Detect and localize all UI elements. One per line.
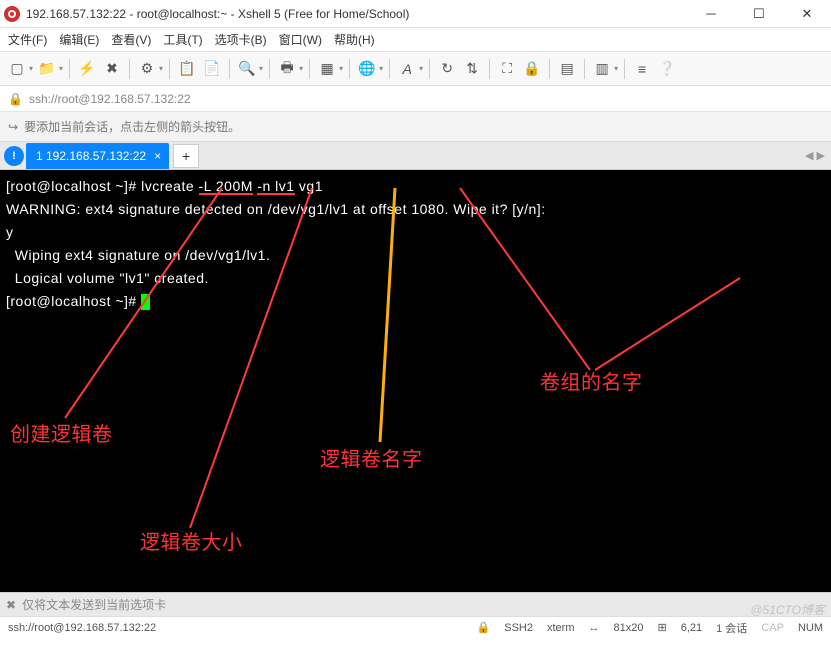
- disconnect-icon[interactable]: ✖: [101, 58, 123, 80]
- cursor: [141, 294, 150, 310]
- menu-edit[interactable]: 编辑(E): [59, 31, 99, 48]
- print-icon[interactable]: 🖶: [276, 58, 298, 80]
- prompt2: [root@localhost ~]#: [6, 293, 141, 309]
- tab-active[interactable]: 1 192.168.57.132:22 ×: [26, 143, 169, 169]
- status-sess: 1 会话: [716, 620, 747, 636]
- tab-nav-arrows[interactable]: ◀ ▶: [805, 149, 825, 162]
- menu-tab[interactable]: 选项卡(B): [215, 31, 267, 48]
- open-folder-icon[interactable]: 📁: [36, 58, 58, 80]
- annotation-create: 创建逻辑卷: [10, 420, 113, 450]
- encoding-icon[interactable]: 🌐: [356, 58, 378, 80]
- send-icon[interactable]: ✖: [6, 598, 16, 612]
- minimize-button[interactable]: ─: [697, 4, 725, 24]
- window-controls: ─ ☐ ✕: [697, 4, 821, 24]
- menu-help[interactable]: 帮助(H): [334, 31, 375, 48]
- close-button[interactable]: ✕: [793, 4, 821, 24]
- tab-strip: ! 1 192.168.57.132:22 × + ◀ ▶: [0, 142, 831, 170]
- terminal[interactable]: [root@localhost ~]# lvcreate -L 200M -n …: [0, 170, 831, 592]
- transfer-icon[interactable]: ⇅: [461, 58, 483, 80]
- properties-icon[interactable]: ⚙: [136, 58, 158, 80]
- send-bar: ✖ 仅将文本发送到当前选项卡: [0, 592, 831, 616]
- prompt1: [root@localhost ~]#: [6, 178, 141, 194]
- paste-icon[interactable]: 📄: [201, 58, 223, 80]
- font-icon[interactable]: A: [396, 58, 418, 80]
- output-line4: Wiping ext4 signature on /dev/vg1/lv1.: [6, 247, 270, 263]
- send-text: 仅将文本发送到当前选项卡: [22, 596, 166, 613]
- new-session-icon[interactable]: ▢: [6, 58, 28, 80]
- address-url[interactable]: ssh://root@192.168.57.132:22: [29, 92, 191, 106]
- cmd-name: -n lv1: [257, 179, 294, 195]
- vertical-split-icon[interactable]: ▥: [591, 58, 613, 80]
- address-bar: 🔒 ssh://root@192.168.57.132:22: [0, 86, 831, 112]
- output-line2: WARNING: ext4 signature detected on /dev…: [6, 201, 546, 217]
- arrow-icon[interactable]: ↪: [8, 120, 18, 134]
- output-line3: y: [6, 224, 14, 240]
- status-url: ssh://root@192.168.57.132:22: [8, 622, 463, 634]
- script-icon[interactable]: ≡: [631, 58, 653, 80]
- toolbar: ▢▾ 📁▾ ⚡ ✖ ⚙▾ 📋 📄 🔍▾ 🖶▾ ▦▾ 🌐▾ A▾ ↻ ⇅ ⛶ 🔒 …: [0, 52, 831, 86]
- horizontal-split-icon[interactable]: ▤: [556, 58, 578, 80]
- menu-bar: 文件(F) 编辑(E) 查看(V) 工具(T) 选项卡(B) 窗口(W) 帮助(…: [0, 28, 831, 52]
- session-indicator[interactable]: !: [4, 146, 24, 166]
- menu-window[interactable]: 窗口(W): [279, 31, 322, 48]
- help-icon[interactable]: ❔: [656, 58, 678, 80]
- status-pos: 6,21: [681, 622, 702, 634]
- tab-add-button[interactable]: +: [173, 144, 199, 168]
- fullscreen-icon[interactable]: ⛶: [496, 58, 518, 80]
- copy-icon[interactable]: 📋: [176, 58, 198, 80]
- status-pos-icon: ⊞: [657, 621, 666, 634]
- status-ssh: SSH2: [504, 622, 533, 634]
- color-icon[interactable]: ▦: [316, 58, 338, 80]
- info-bar: ↪ 要添加当前会话，点击左侧的箭头按钮。: [0, 112, 831, 142]
- cmd-vg: vg1: [299, 178, 323, 194]
- title-bar: 192.168.57.132:22 - root@localhost:~ - X…: [0, 0, 831, 28]
- status-size-icon: ↔: [589, 622, 600, 634]
- lock-icon[interactable]: 🔒: [521, 58, 543, 80]
- status-ssh-icon: 🔒: [477, 621, 491, 634]
- refresh-icon[interactable]: ↻: [436, 58, 458, 80]
- status-bar: ssh://root@192.168.57.132:22 🔒 SSH2 xter…: [0, 616, 831, 638]
- menu-file[interactable]: 文件(F): [8, 31, 47, 48]
- cmd-size: -L 200M: [199, 179, 253, 195]
- status-size: 81x20: [614, 622, 644, 634]
- status-caps: CAP: [761, 622, 784, 634]
- watermark: @51CTO博客: [750, 601, 825, 618]
- menu-tools[interactable]: 工具(T): [163, 31, 202, 48]
- status-num: NUM: [798, 622, 823, 634]
- find-icon[interactable]: 🔍: [236, 58, 258, 80]
- app-icon: [4, 6, 20, 22]
- output-line5: Logical volume "lv1" created.: [6, 270, 209, 286]
- cmd-lvcreate: lvcreate: [141, 178, 198, 194]
- reconnect-icon[interactable]: ⚡: [76, 58, 98, 80]
- annotation-lvname: 逻辑卷名字: [320, 445, 423, 475]
- info-message: 要添加当前会话，点击左侧的箭头按钮。: [24, 118, 240, 135]
- window-title: 192.168.57.132:22 - root@localhost:~ - X…: [26, 7, 697, 21]
- annotation-vgname: 卷组的名字: [540, 368, 643, 398]
- menu-view[interactable]: 查看(V): [111, 31, 151, 48]
- annotation-size: 逻辑卷大小: [140, 528, 243, 558]
- status-term: xterm: [547, 622, 575, 634]
- annotation-overlay: [0, 170, 831, 592]
- maximize-button[interactable]: ☐: [745, 4, 773, 24]
- tab-label: 1 192.168.57.132:22: [36, 149, 146, 163]
- lock-small-icon: 🔒: [8, 92, 23, 106]
- tab-close-icon[interactable]: ×: [154, 149, 161, 163]
